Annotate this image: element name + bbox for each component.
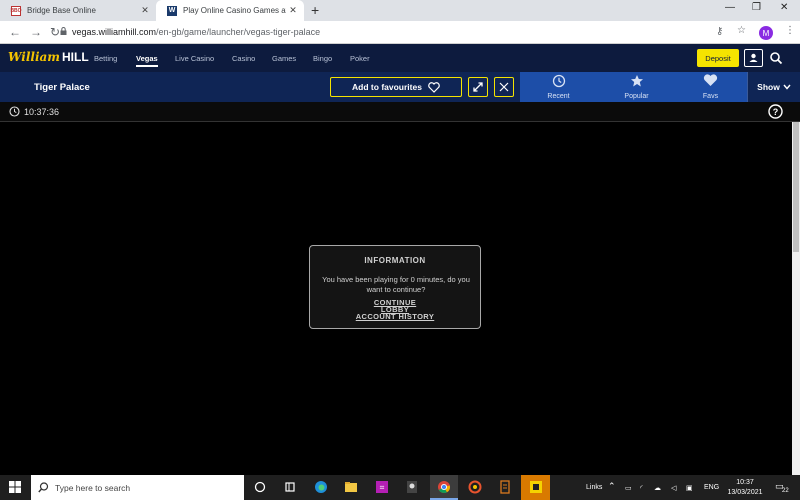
profile-avatar[interactable]: M bbox=[759, 26, 773, 40]
back-arrow-icon[interactable]: ← bbox=[9, 25, 21, 39]
taskbar-search-icon bbox=[38, 482, 49, 493]
tab-title: Bridge Base Online bbox=[27, 6, 96, 15]
system-clock[interactable]: 10:37 13/03/2021 bbox=[723, 478, 767, 498]
tab-title: Play Online Casino Games at Wil bbox=[183, 6, 286, 15]
tor-app-icon[interactable] bbox=[405, 480, 419, 494]
widgets-icon[interactable] bbox=[283, 480, 297, 494]
session-time: 10:37:36 bbox=[24, 107, 60, 117]
help-icon[interactable]: ? bbox=[768, 104, 783, 119]
clock-icon bbox=[552, 74, 565, 88]
william-hill-favicon-icon: W bbox=[167, 5, 177, 16]
bbo-favicon-icon: BBO bbox=[10, 5, 22, 16]
account-history-link[interactable]: ACCOUNT HISTORY bbox=[310, 312, 480, 321]
nav-betting[interactable]: Betting bbox=[94, 54, 117, 63]
close-icon[interactable]: ✕ bbox=[286, 5, 300, 16]
bookmark-star-icon[interactable]: ☆ bbox=[737, 25, 746, 36]
session-clock-icon bbox=[9, 106, 20, 117]
chevron-down-icon bbox=[783, 84, 791, 90]
browser-tab-bridge-base[interactable]: BBO Bridge Base Online ✕ bbox=[0, 0, 156, 21]
new-tab-button[interactable]: + bbox=[311, 2, 319, 18]
expand-icon bbox=[473, 82, 483, 92]
user-icon bbox=[749, 53, 758, 62]
red-app-icon[interactable] bbox=[468, 480, 482, 494]
quick-favs[interactable]: Favs bbox=[673, 74, 748, 100]
account-button[interactable] bbox=[744, 49, 763, 67]
menu-dots-icon[interactable]: ⋮ bbox=[785, 25, 795, 36]
quick-recent-label: Recent bbox=[547, 93, 570, 100]
deposit-button[interactable]: Deposit bbox=[697, 49, 739, 67]
nav-bingo[interactable]: Bingo bbox=[313, 54, 332, 63]
taskbar-search-box[interactable]: Type here to search bbox=[31, 475, 244, 500]
show-label: Show bbox=[757, 82, 780, 92]
restore-icon[interactable]: ❐ bbox=[752, 2, 761, 13]
logo-block: HILL bbox=[61, 50, 89, 64]
game-title: Tiger Palace bbox=[34, 82, 90, 93]
battery-icon[interactable]: ▭ bbox=[625, 484, 632, 492]
search-icon[interactable] bbox=[769, 51, 783, 65]
notifications-count: 22 bbox=[782, 488, 789, 494]
reload-icon[interactable]: ↻ bbox=[50, 25, 60, 39]
close-icon[interactable]: ✕ bbox=[138, 5, 152, 16]
nav-poker[interactable]: Poker bbox=[350, 54, 370, 63]
monitor-icon[interactable]: ▣ bbox=[686, 484, 693, 492]
svg-text:⌗: ⌗ bbox=[380, 483, 385, 492]
chrome-browser-icon[interactable] bbox=[437, 480, 451, 494]
fullscreen-button[interactable] bbox=[468, 77, 488, 97]
volume-icon[interactable]: ◁ bbox=[671, 484, 676, 492]
key-icon[interactable]: ⚷ bbox=[716, 26, 723, 37]
nav-live-casino[interactable]: Live Casino bbox=[175, 54, 214, 63]
system-time: 10:37 bbox=[736, 479, 754, 486]
site-header bbox=[0, 44, 800, 72]
heart-outline-icon bbox=[428, 81, 440, 93]
close-game-button[interactable] bbox=[494, 77, 514, 97]
show-menu-button[interactable]: Show bbox=[747, 72, 800, 102]
add-to-favourites-label: Add to favourites bbox=[352, 82, 422, 92]
nav-vegas[interactable]: Vegas bbox=[136, 54, 158, 67]
edge-browser-icon[interactable] bbox=[314, 480, 328, 494]
input-language[interactable]: ENG bbox=[704, 484, 719, 491]
taskbar-search-placeholder: Type here to search bbox=[55, 482, 131, 493]
dialog-title: INFORMATION bbox=[364, 256, 426, 265]
scrollbar-thumb[interactable] bbox=[793, 122, 799, 252]
network-icon[interactable]: ◜ bbox=[640, 484, 643, 492]
star-icon bbox=[630, 75, 643, 87]
close-icon bbox=[499, 82, 509, 92]
forward-arrow-icon[interactable]: → bbox=[30, 25, 42, 39]
url-field[interactable]: vegas.williamhill.com/en-gb/game/launche… bbox=[72, 27, 320, 37]
quick-popular[interactable]: Popular bbox=[599, 74, 674, 100]
logo-script: William bbox=[8, 50, 60, 64]
svg-text:?: ? bbox=[773, 107, 779, 117]
quick-favs-label: Favs bbox=[702, 93, 719, 100]
william-hill-logo[interactable]: William HILL bbox=[8, 50, 89, 64]
nav-casino[interactable]: Casino bbox=[232, 54, 255, 63]
session-bar bbox=[0, 102, 800, 122]
lock-icon bbox=[60, 27, 67, 35]
url-host: vegas.williamhill.com bbox=[72, 27, 157, 37]
windows-start-icon[interactable] bbox=[9, 481, 21, 493]
browser-tab-william-hill[interactable]: W Play Online Casino Games at Wil ✕ bbox=[156, 0, 304, 21]
dialog-message: You have been playing for 0 minutes, do … bbox=[322, 275, 470, 294]
cloud-icon[interactable]: ☁ bbox=[654, 484, 661, 492]
system-date: 13/03/2021 bbox=[727, 489, 763, 496]
quick-popular-label: Popular bbox=[624, 93, 649, 100]
purple-app-icon[interactable]: ⌗ bbox=[375, 480, 389, 494]
links-toolbar[interactable]: Links bbox=[586, 484, 602, 491]
add-to-favourites-button[interactable]: Add to favourites bbox=[330, 77, 462, 97]
window-close-icon[interactable]: ✕ bbox=[780, 2, 788, 13]
tray-overflow-chevron-icon[interactable]: ⌃ bbox=[608, 481, 616, 492]
minimize-icon[interactable]: — bbox=[725, 2, 735, 13]
heart-icon bbox=[703, 74, 718, 86]
quick-recent[interactable]: Recent bbox=[521, 74, 596, 100]
file-explorer-icon[interactable] bbox=[344, 480, 358, 494]
information-dialog: INFORMATION You have been playing for 0 … bbox=[309, 245, 481, 329]
sticky-notes-icon[interactable] bbox=[529, 480, 543, 494]
nav-games[interactable]: Games bbox=[272, 54, 296, 63]
task-view-icon[interactable] bbox=[253, 480, 267, 494]
document-app-icon[interactable] bbox=[498, 480, 512, 494]
url-path: /en-gb/game/launcher/vegas-tiger-palace bbox=[156, 27, 321, 37]
